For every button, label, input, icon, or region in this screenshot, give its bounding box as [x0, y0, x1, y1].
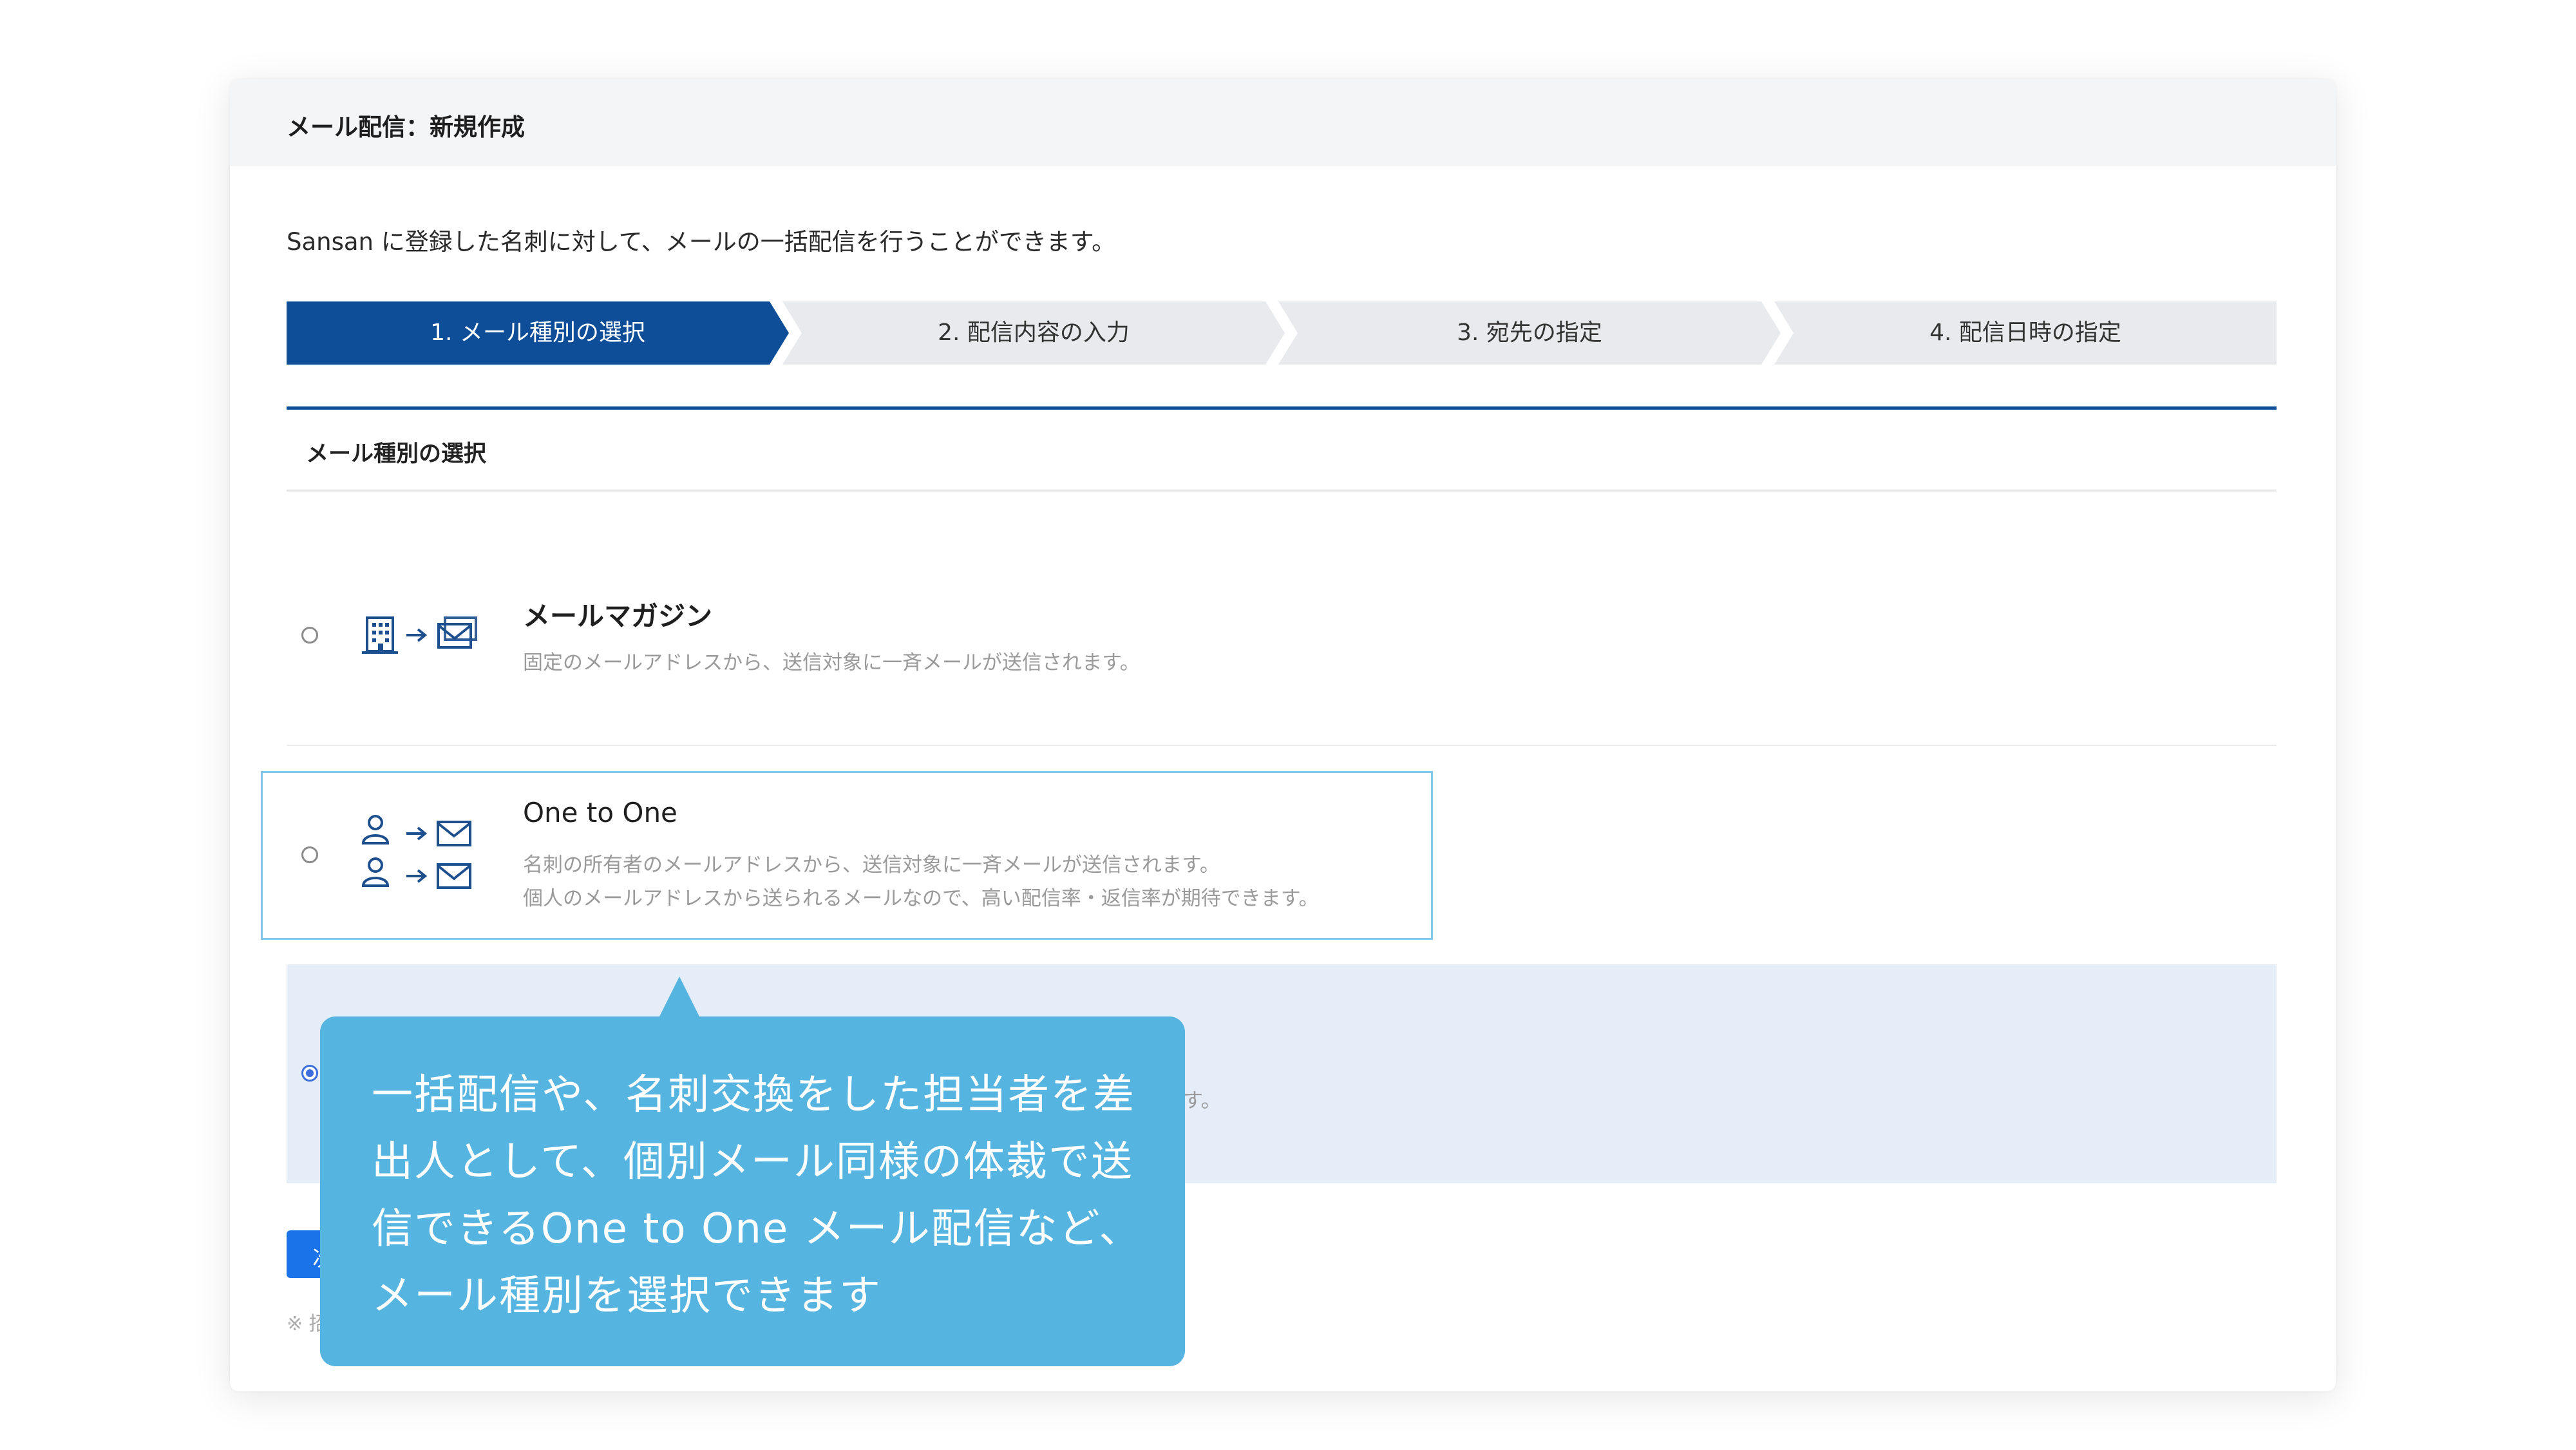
option-divider	[287, 745, 2277, 746]
feature-tooltip: 一括配信や、名刺交換をした担当者を差 出人として、個別メール同様の体裁で送 信で…	[320, 1016, 1185, 1366]
radio-mail-magazine[interactable]	[301, 627, 318, 644]
step-1: 1. メール種別の選択	[287, 301, 789, 365]
card-header: メール配信：新規作成	[230, 79, 2336, 166]
option-one-to-one-title: One to One	[523, 797, 677, 828]
option-mail-magazine-title: メールマガジン	[523, 600, 713, 632]
option-mail-magazine-desc: 固定のメールアドレスから、送信対象に一斉メールが送信されます。	[523, 651, 1140, 674]
step-progress: 1. メール種別の選択 2. 配信内容の入力 3. 宛先の指定 4. 配信日時の…	[287, 301, 2277, 365]
step-2: 2. 配信内容の入力	[782, 301, 1285, 365]
option-selected-desc-tail: す。	[1183, 1089, 1221, 1112]
person-icon	[361, 857, 390, 887]
option-one-to-one-desc-1: 名刺の所有者のメールアドレスから、送信対象に一斉メールが送信されます。	[523, 854, 1220, 877]
tooltip-line-1: 一括配信や、名刺交換をした担当者を差	[372, 1071, 1136, 1119]
tooltip-arrow	[659, 977, 700, 1018]
intro-text: Sansan に登録した名刺に対して、メールの一括配信を行うことができます。	[287, 228, 1116, 256]
section-accent-line	[287, 406, 2277, 410]
section-title: メール種別の選択	[306, 441, 487, 467]
step-3: 3. 宛先の指定	[1278, 301, 1781, 365]
option-one-to-one-desc-2: 個人のメールアドレスから送られるメールなので、高い配信率・返信率が期待できます。	[523, 887, 1319, 910]
mail-icon	[437, 863, 471, 889]
tooltip-line-2: 出人として、個別メール同様の体裁で送	[372, 1138, 1133, 1186]
building-icon	[362, 616, 398, 654]
step-4: 4. 配信日時の指定	[1774, 301, 2277, 365]
arrow-right-icon	[406, 628, 428, 642]
radio-one-to-one[interactable]	[301, 846, 318, 863]
arrow-right-icon	[406, 826, 428, 841]
step-2-label: 2. 配信内容の入力	[938, 320, 1130, 346]
radio-selected-option[interactable]	[301, 1065, 318, 1082]
step-1-label: 1. メール種別の選択	[430, 320, 645, 346]
tooltip-text: 一括配信や、名刺交換をした担当者を差 出人として、個別メール同様の体裁で送 信で…	[372, 1062, 1157, 1330]
mail-icon	[437, 821, 471, 846]
step-3-label: 3. 宛先の指定	[1457, 320, 1602, 346]
arrow-right-icon	[406, 869, 428, 883]
step-4-label: 4. 配信日時の指定	[1929, 320, 2121, 346]
section-divider	[287, 490, 2277, 491]
page-title: メール配信：新規作成	[287, 113, 525, 141]
tooltip-line-4: メール種別を選択できます	[372, 1272, 882, 1320]
mail-icon	[437, 616, 477, 649]
tooltip-line-3: 信できるOne to One メール配信など、	[372, 1205, 1142, 1253]
person-icon	[361, 815, 390, 844]
